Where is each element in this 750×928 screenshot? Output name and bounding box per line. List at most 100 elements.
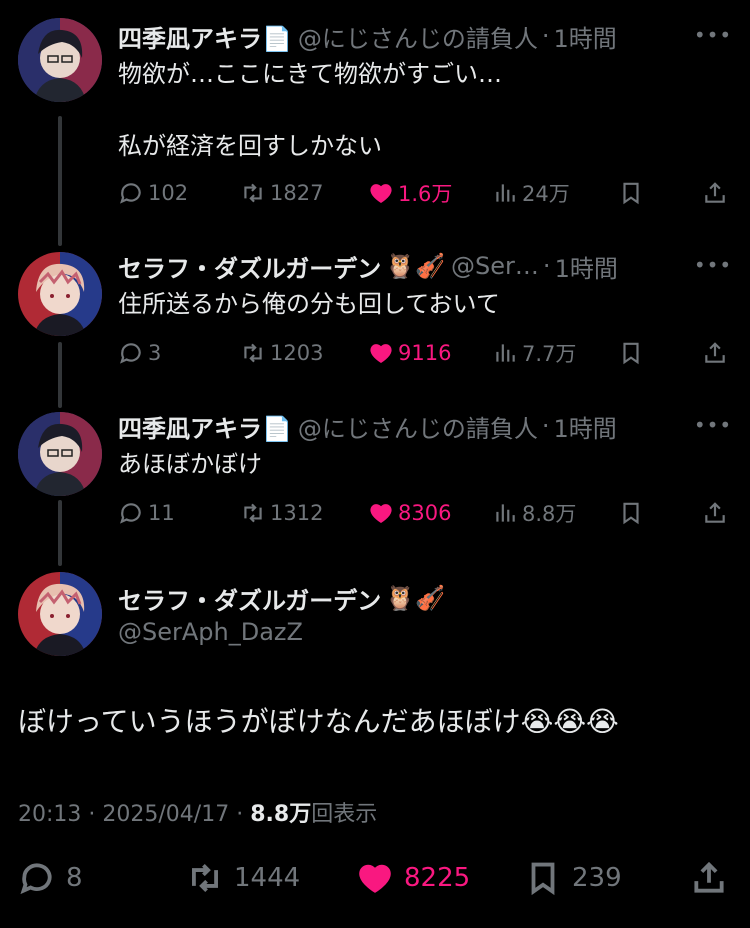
display-name[interactable]: 四季凪アキラ📄 xyxy=(118,409,292,444)
user-handle[interactable]: @にじさんじの請負人 xyxy=(298,409,538,444)
views-button[interactable]: 8.8万 xyxy=(492,498,576,528)
views-button[interactable]: 7.7万 xyxy=(492,338,576,368)
bookmark-icon xyxy=(618,180,644,206)
like-button[interactable]: 8306 xyxy=(368,498,451,528)
timestamp[interactable]: 1時間 xyxy=(555,249,618,284)
like-button[interactable]: 1.6万 xyxy=(368,178,452,208)
separator: · xyxy=(542,252,551,280)
like-count: 9116 xyxy=(398,341,452,365)
post-date[interactable]: 2025/04/17 xyxy=(102,802,229,827)
main-tweet-actions: 8 1444 8225 239 xyxy=(18,858,732,898)
retweet-count: 1203 xyxy=(270,341,324,365)
heart-icon xyxy=(368,340,394,366)
tweet-text: 住所送るから俺の分も回しておいて xyxy=(118,290,500,318)
avatar[interactable] xyxy=(18,252,102,336)
tweet-actions: 11 1312 8306 8.8万 xyxy=(118,498,730,528)
avatar[interactable] xyxy=(18,572,102,656)
retweet-icon xyxy=(240,340,266,366)
tweet[interactable]: 四季凪アキラ📄 @にじさんじの請負人 · 1時間 ••• 物欲が…ここにきて物欲… xyxy=(0,18,750,218)
timestamp[interactable]: 1時間 xyxy=(554,19,617,54)
heart-icon xyxy=(356,859,394,897)
tweet-text: 物欲が…ここにきて物欲がすごい… 私が経済を回すしかない xyxy=(118,60,502,160)
reply-button[interactable]: 11 xyxy=(118,498,175,528)
heart-icon xyxy=(368,500,394,526)
share-button[interactable] xyxy=(702,178,732,208)
retweet-icon xyxy=(186,859,224,897)
tweet-actions: 3 1203 9116 7.7万 xyxy=(118,338,730,368)
name-emoji: 🦉🎻 xyxy=(385,584,446,612)
views-icon xyxy=(492,340,518,366)
bookmark-icon xyxy=(618,340,644,366)
retweet-icon xyxy=(240,180,266,206)
like-button[interactable]: 8225 xyxy=(356,858,470,898)
reply-count: 3 xyxy=(148,341,162,365)
display-name[interactable]: セラフ・ダズルガーデン xyxy=(118,581,381,616)
like-count: 1.6万 xyxy=(398,182,453,206)
retweet-count: 1827 xyxy=(270,181,324,205)
more-options-icon[interactable]: ••• xyxy=(694,408,731,442)
name-emoji: 🦉🎻 xyxy=(385,252,446,280)
like-count: 8306 xyxy=(398,501,452,525)
share-button[interactable] xyxy=(702,498,732,528)
reply-count: 11 xyxy=(148,501,175,525)
share-icon xyxy=(702,500,728,526)
avatar[interactable] xyxy=(18,18,102,102)
more-options-icon[interactable]: ••• xyxy=(694,248,731,282)
bookmark-count: 239 xyxy=(572,863,622,893)
tweet-header: 四季凪アキラ📄 @にじさんじの請負人 · 1時間 xyxy=(118,408,730,444)
reply-count: 8 xyxy=(66,863,83,893)
tweet-header: 四季凪アキラ📄 @にじさんじの請負人 · 1時間 xyxy=(118,18,730,54)
bookmark-button[interactable] xyxy=(618,178,648,208)
separator: · xyxy=(541,22,550,50)
user-handle[interactable]: @にじさんじの請負人 xyxy=(298,19,538,54)
retweet-count: 1444 xyxy=(234,863,301,893)
share-icon xyxy=(690,859,728,897)
separator: · xyxy=(541,412,550,440)
reply-count: 102 xyxy=(148,181,189,205)
reply-icon xyxy=(18,859,56,897)
share-button[interactable] xyxy=(690,858,738,898)
reply-button[interactable]: 8 xyxy=(18,858,83,898)
user-handle[interactable]: @Ser… xyxy=(451,252,539,280)
user-handle[interactable]: @SerAph_DazZ xyxy=(118,618,303,646)
bookmark-button[interactable] xyxy=(618,338,648,368)
retweet-button[interactable]: 1312 xyxy=(240,498,323,528)
tweet[interactable]: セラフ・ダズルガーデン 🦉🎻 @Ser… · 1時間 ••• 住所送るから俺の分… xyxy=(0,248,750,388)
tweet-actions: 102 1827 1.6万 24万 xyxy=(118,178,730,208)
bookmark-button[interactable]: 239 xyxy=(524,858,622,898)
bookmark-icon xyxy=(524,859,562,897)
separator: · xyxy=(88,802,96,827)
retweet-button[interactable]: 1444 xyxy=(186,858,300,898)
views-count[interactable]: 8.8万 xyxy=(250,802,311,827)
display-name[interactable]: セラフ・ダズルガーデン xyxy=(118,249,381,284)
bookmark-button[interactable] xyxy=(618,498,648,528)
like-button[interactable]: 9116 xyxy=(368,338,451,368)
share-button[interactable] xyxy=(702,338,732,368)
tweet-header: セラフ・ダズルガーデン 🦉🎻 @Ser… · 1時間 xyxy=(118,248,730,284)
reply-icon xyxy=(118,500,144,526)
retweet-count: 1312 xyxy=(270,501,324,525)
views-label: 回表示 xyxy=(311,802,378,827)
views-count: 7.7万 xyxy=(522,342,577,366)
tweet-text: ぼけっていうほうがぼけなんだあほぼけ😭😭😭 xyxy=(18,705,619,738)
views-count: 8.8万 xyxy=(522,502,577,526)
reply-button[interactable]: 102 xyxy=(118,178,188,208)
tweet-text: あほぼかぼけ xyxy=(118,450,262,478)
timestamp[interactable]: 1時間 xyxy=(554,409,617,444)
avatar[interactable] xyxy=(18,412,102,496)
more-options-icon[interactable]: ••• xyxy=(694,18,731,52)
tweet-meta: 20:13 · 2025/04/17 · 8.8万回表示 xyxy=(18,796,377,828)
views-button[interactable]: 24万 xyxy=(492,178,570,208)
views-icon xyxy=(492,500,518,526)
tweet[interactable]: 四季凪アキラ📄 @にじさんじの請負人 · 1時間 ••• あほぼかぼけ 11 1… xyxy=(0,408,750,548)
retweet-button[interactable]: 1203 xyxy=(240,338,323,368)
reply-icon xyxy=(118,180,144,206)
post-time[interactable]: 20:13 xyxy=(18,802,81,827)
share-icon xyxy=(702,340,728,366)
retweet-icon xyxy=(240,500,266,526)
views-count: 24万 xyxy=(522,182,570,206)
retweet-button[interactable]: 1827 xyxy=(240,178,323,208)
display-name[interactable]: 四季凪アキラ📄 xyxy=(118,19,292,54)
reply-button[interactable]: 3 xyxy=(118,338,161,368)
share-icon xyxy=(702,180,728,206)
